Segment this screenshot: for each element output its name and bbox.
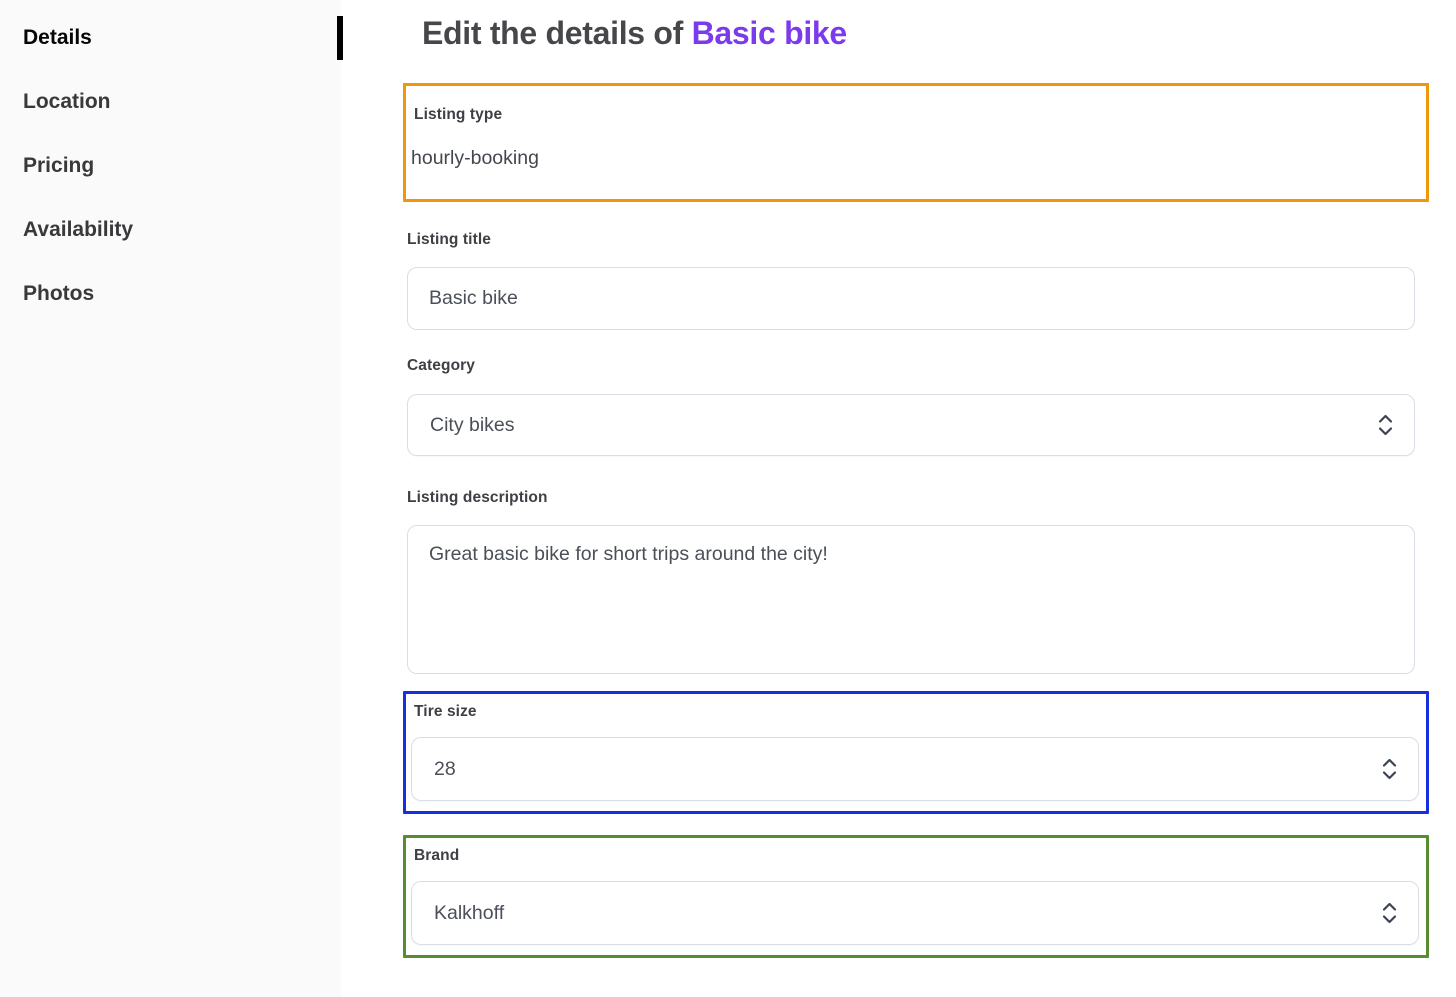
listing-title-input[interactable] (407, 267, 1415, 330)
tire-size-select[interactable]: 28 (411, 737, 1419, 801)
sidebar-item-label: Details (23, 26, 92, 50)
listing-description-field-group: Listing description Great basic bike for… (403, 489, 1429, 674)
main-content: Edit the details of Basic bike Listing t… (341, 0, 1456, 997)
tire-size-select-value: 28 (434, 758, 456, 781)
page-title: Edit the details of Basic bike (422, 0, 1429, 52)
brand-select-value: Kalkhoff (434, 902, 504, 925)
sidebar-item-label: Photos (23, 282, 94, 306)
page-title-listing-name: Basic bike (692, 15, 847, 51)
sidebar-item-photos[interactable]: Photos (0, 262, 341, 326)
chevron-updown-icon (1378, 414, 1393, 437)
category-select-value: City bikes (430, 414, 515, 437)
category-field-group: Category City bikes (403, 357, 1429, 456)
listing-description-label: Listing description (407, 489, 1429, 507)
listing-title-label: Listing title (407, 231, 1429, 249)
brand-label: Brand (414, 847, 1421, 865)
chevron-updown-icon (1382, 758, 1397, 781)
category-label: Category (407, 357, 1429, 375)
chevron-updown-icon (1382, 902, 1397, 925)
sidebar: Details Location Pricing Availability Ph… (0, 0, 341, 997)
sidebar-item-details[interactable]: Details (0, 6, 341, 70)
sidebar-item-availability[interactable]: Availability (0, 198, 341, 262)
sidebar-item-location[interactable]: Location (0, 70, 341, 134)
sidebar-item-label: Location (23, 90, 111, 114)
listing-title-field-group: Listing title (403, 231, 1429, 330)
brand-highlight-box: Brand Kalkhoff (403, 835, 1429, 958)
tire-size-highlight-box: Tire size 28 (403, 691, 1429, 814)
sidebar-item-pricing[interactable]: Pricing (0, 134, 341, 198)
active-indicator (337, 16, 343, 60)
listing-description-textarea[interactable]: Great basic bike for short trips around … (407, 525, 1415, 674)
listing-type-highlight-box: Listing type hourly-booking (403, 83, 1429, 202)
app-window: Details Location Pricing Availability Ph… (0, 0, 1456, 997)
tire-size-label: Tire size (414, 703, 1421, 721)
sidebar-item-label: Pricing (23, 154, 94, 178)
sidebar-item-label: Availability (23, 218, 133, 242)
category-select[interactable]: City bikes (407, 394, 1415, 456)
listing-type-value: hourly-booking (411, 146, 1421, 170)
brand-select[interactable]: Kalkhoff (411, 881, 1419, 945)
listing-type-label: Listing type (414, 106, 1421, 124)
page-title-prefix: Edit the details of (422, 15, 692, 51)
